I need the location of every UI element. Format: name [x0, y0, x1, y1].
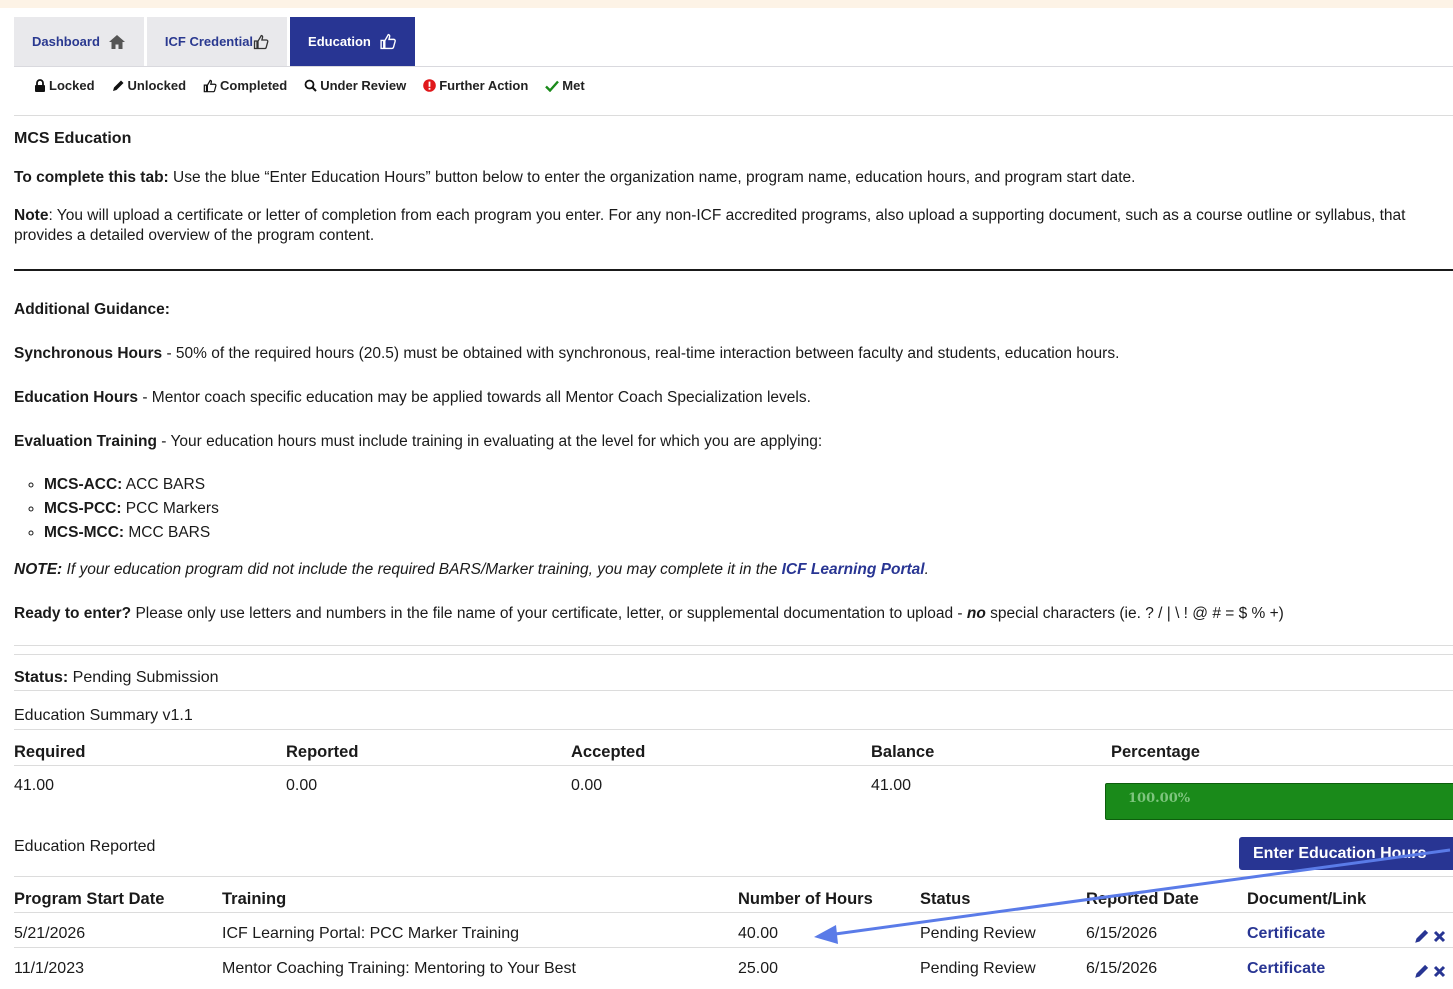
- row-start-date: 5/21/2026: [14, 925, 86, 942]
- section-title: MCS Education: [14, 130, 132, 147]
- thumbs-up-icon: [253, 34, 269, 49]
- table-header-reported-date: Reported Date: [1086, 890, 1199, 908]
- enter-education-hours-button[interactable]: Enter Education Hours: [1239, 837, 1453, 870]
- list-item: MCS-MCC: MCC BARS: [44, 521, 219, 545]
- legend-further-action: Further Action: [423, 78, 528, 93]
- row-hours: 40.00: [738, 925, 779, 942]
- row-hours: 25.00: [738, 960, 779, 977]
- guidance-education-hours: Education Hours - Mentor coach specific …: [14, 389, 811, 406]
- ready-to-enter: Ready to enter? Please only use letters …: [14, 605, 1284, 622]
- legend-met: Met: [545, 78, 585, 93]
- delete-x-icon[interactable]: [1433, 965, 1446, 978]
- tab-education[interactable]: Education: [290, 17, 415, 66]
- summary-header-percentage: Percentage: [1111, 743, 1200, 761]
- edit-pencil-icon[interactable]: [1414, 963, 1430, 979]
- percentage-progress-label: 100.00%: [1128, 791, 1191, 806]
- tab-dashboard[interactable]: Dashboard: [14, 17, 144, 66]
- content-panel: Dashboard ICF Credential Education Locke…: [0, 8, 1453, 989]
- summary-header-required: Required: [14, 743, 86, 761]
- divider: [14, 765, 1453, 766]
- delete-x-icon[interactable]: [1433, 930, 1446, 943]
- thumbs-up-icon: [203, 79, 217, 92]
- guidance-title: Additional Guidance:: [14, 301, 170, 318]
- summary-balance-value: 41.00: [871, 777, 912, 794]
- guidance-evaluation: Evaluation Training - Your education hou…: [14, 433, 823, 450]
- list-item: MCS-PCC: PCC Markers: [44, 497, 219, 521]
- legend-completed: Completed: [203, 78, 287, 93]
- home-icon: [108, 34, 125, 49]
- divider: [14, 115, 1453, 116]
- divider: [14, 947, 1453, 948]
- row-status: Pending Review: [920, 925, 1036, 942]
- guidance-synchronous: Synchronous Hours - 50% of the required …: [14, 345, 1120, 362]
- summary-accepted-value: 0.00: [571, 777, 603, 794]
- complete-instructions: To complete this tab: Use the blue “Ente…: [14, 169, 1136, 186]
- list-item: MCS-ACC: ACC BARS: [44, 473, 219, 497]
- divider: [14, 729, 1453, 730]
- divider: [14, 912, 1453, 913]
- learning-portal-note: NOTE: If your education program did not …: [14, 561, 929, 578]
- table-header-start-date: Program Start Date: [14, 890, 165, 908]
- page: Dashboard ICF Credential Education Locke…: [0, 0, 1453, 989]
- exclamation-circle-icon: [423, 79, 436, 92]
- divider: [14, 876, 1453, 877]
- magnifier-icon: [304, 79, 317, 92]
- row-actions: [1414, 928, 1449, 944]
- legend-locked: Locked: [34, 78, 95, 93]
- row-training: Mentor Coaching Training: Mentoring to Y…: [222, 960, 576, 977]
- lock-icon: [35, 79, 45, 92]
- thumbs-up-icon: [380, 33, 396, 50]
- row-start-date: 11/1/2023: [14, 960, 84, 977]
- table-header-hours: Number of Hours: [738, 890, 873, 908]
- reported-title: Education Reported: [14, 838, 156, 855]
- row-training: ICF Learning Portal: PCC Marker Training: [222, 925, 519, 942]
- check-icon: [545, 80, 560, 92]
- table-header-document: Document/Link: [1247, 890, 1367, 908]
- row-reported-date: 6/15/2026: [1086, 925, 1158, 942]
- certificate-link[interactable]: Certificate: [1247, 960, 1325, 978]
- summary-header-accepted: Accepted: [571, 743, 646, 761]
- status-legend: Locked Unlocked Completed Under Review F…: [34, 78, 602, 93]
- level-list: MCS-ACC: ACC BARS MCS-PCC: PCC Markers M…: [14, 473, 219, 545]
- edit-pencil-icon[interactable]: [1414, 928, 1430, 944]
- legend-unlocked: Unlocked: [112, 78, 186, 93]
- legend-under-review: Under Review: [304, 78, 406, 93]
- summary-required-value: 41.00: [14, 777, 55, 794]
- status-line: Status: Pending Submission: [14, 669, 219, 686]
- summary-header-balance: Balance: [871, 743, 935, 761]
- table-header-status: Status: [920, 890, 971, 908]
- tab-bar: Dashboard ICF Credential Education: [14, 17, 418, 66]
- divider: [14, 690, 1453, 691]
- tab-icf-credential[interactable]: ICF Credential: [146, 17, 288, 66]
- table-header-training: Training: [222, 890, 287, 908]
- summary-header-reported: Reported: [286, 743, 359, 761]
- summary-reported-value: 0.00: [286, 777, 318, 794]
- upload-note: Note: You will upload a certificate or l…: [14, 207, 1406, 244]
- pencil-icon: [112, 80, 124, 91]
- certificate-link[interactable]: Certificate: [1247, 925, 1325, 943]
- row-reported-date: 6/15/2026: [1086, 960, 1158, 977]
- summary-title: Education Summary v1.1: [14, 707, 193, 724]
- row-status: Pending Review: [920, 960, 1036, 977]
- divider: [14, 654, 1453, 655]
- divider: [14, 645, 1453, 646]
- percentage-progress-bar: 100.00%: [1105, 783, 1453, 820]
- tab-bar-divider: [14, 66, 1453, 67]
- section-divider: [14, 269, 1453, 271]
- icf-learning-portal-link[interactable]: ICF Learning Portal: [782, 561, 925, 578]
- row-actions: [1414, 963, 1449, 979]
